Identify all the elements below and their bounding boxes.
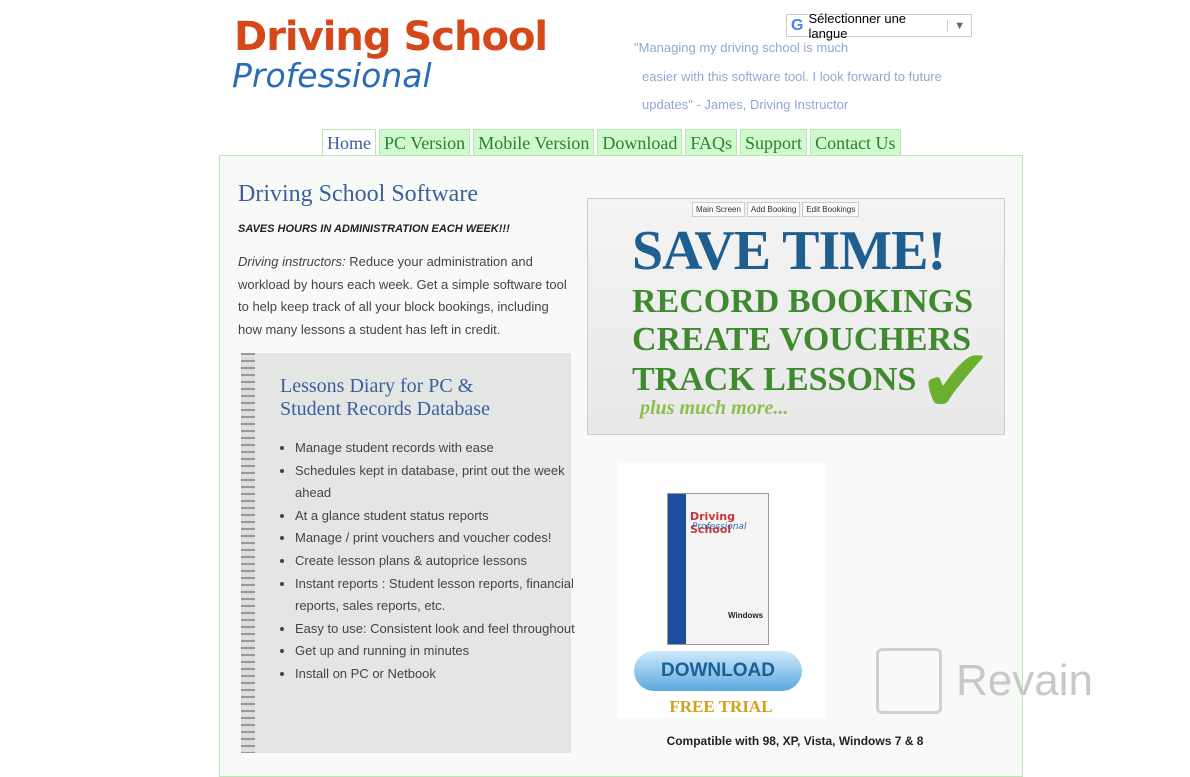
promo-line: RECORD BOOKINGS xyxy=(632,283,973,320)
intro-emphasis: Driving instructors: xyxy=(238,254,346,269)
feature-item: Get up and running in minutes xyxy=(295,640,585,663)
nav-support[interactable]: Support xyxy=(740,129,808,158)
page-title: Driving School Software xyxy=(238,181,478,207)
nav-pc-version[interactable]: PC Version xyxy=(379,129,471,158)
watermark: Revain xyxy=(876,648,1093,714)
box-subtitle: Professional xyxy=(692,522,747,532)
features-title-line: Student Records Database xyxy=(280,398,490,420)
main-nav: Home PC Version Mobile Version Download … xyxy=(322,129,901,158)
quote-line: updates" - James, Driving Instructor xyxy=(642,97,849,112)
testimonial: "Managing my driving school is much easi… xyxy=(634,34,942,120)
compatibility-text: Compatible with 98, XP, Vista, Windows 7… xyxy=(666,734,924,748)
feature-item: At a glance student status reports xyxy=(295,505,585,528)
intro-text: Driving instructors: Reduce your adminis… xyxy=(238,251,568,342)
screenshot-tab: Add Booking xyxy=(746,202,801,217)
feature-item: Easy to use: Consistent look and feel th… xyxy=(295,618,585,641)
feature-item: Create lesson plans & autoprice lessons xyxy=(295,550,585,573)
feature-item: Schedules kept in database, print out th… xyxy=(295,460,585,505)
promo-banner: Main Screen Add Booking Edit Bookings SA… xyxy=(587,198,1005,435)
feature-item: Manage student records with ease xyxy=(295,437,585,460)
quote-line: easier with this software tool. I look f… xyxy=(642,68,942,84)
nav-contact-us[interactable]: Contact Us xyxy=(810,129,901,158)
features-list: Manage student records with ease Schedul… xyxy=(281,437,585,686)
checkmark-icon: ✔ xyxy=(918,332,994,432)
free-trial-label: FREE TRIAL xyxy=(669,697,773,716)
promo-headline: SAVE TIME! xyxy=(632,220,946,282)
google-icon: G xyxy=(791,16,804,34)
quote-line: "Managing my driving school is much xyxy=(634,40,849,55)
dropdown-arrow-icon: ▼ xyxy=(947,19,971,32)
features-title: Lessons Diary for PC & Student Records Da… xyxy=(280,375,490,421)
feature-item: Install on PC or Netbook xyxy=(295,663,585,686)
screenshot-tab: Edit Bookings xyxy=(802,202,860,217)
tagline: SAVES HOURS IN ADMINISTRATION EACH WEEK!… xyxy=(238,223,510,235)
product-download[interactable]: Driving School Professional Windows DOWN… xyxy=(617,463,825,718)
screenshot-tab: Main Screen xyxy=(692,202,745,217)
product-box-image: Driving School Professional Windows xyxy=(667,493,769,645)
promo-line: TRACK LESSONS xyxy=(632,361,917,398)
box-os: Windows xyxy=(728,611,764,620)
watermark-text: Revain xyxy=(956,656,1093,705)
spiral-binding xyxy=(241,353,255,753)
features-notepad: Lessons Diary for PC & Student Records Da… xyxy=(241,353,575,753)
logo-subtitle[interactable]: Professional xyxy=(232,56,432,95)
promo-more: plus much more... xyxy=(640,397,789,419)
nav-home[interactable]: Home xyxy=(322,129,376,158)
download-button[interactable]: DOWNLOAD xyxy=(634,651,802,691)
nav-faqs[interactable]: FAQs xyxy=(685,129,738,158)
feature-item: Manage / print vouchers and voucher code… xyxy=(295,527,585,550)
revain-logo-icon xyxy=(876,648,942,714)
nav-download[interactable]: Download xyxy=(597,129,683,158)
features-title-line: Lessons Diary for PC & xyxy=(280,375,474,397)
screenshot-tabs: Main Screen Add Booking Edit Bookings xyxy=(692,202,860,217)
feature-item: Instant reports : Student lesson reports… xyxy=(295,573,585,618)
nav-mobile-version[interactable]: Mobile Version xyxy=(473,129,595,158)
logo-title[interactable]: Driving School xyxy=(234,14,548,60)
